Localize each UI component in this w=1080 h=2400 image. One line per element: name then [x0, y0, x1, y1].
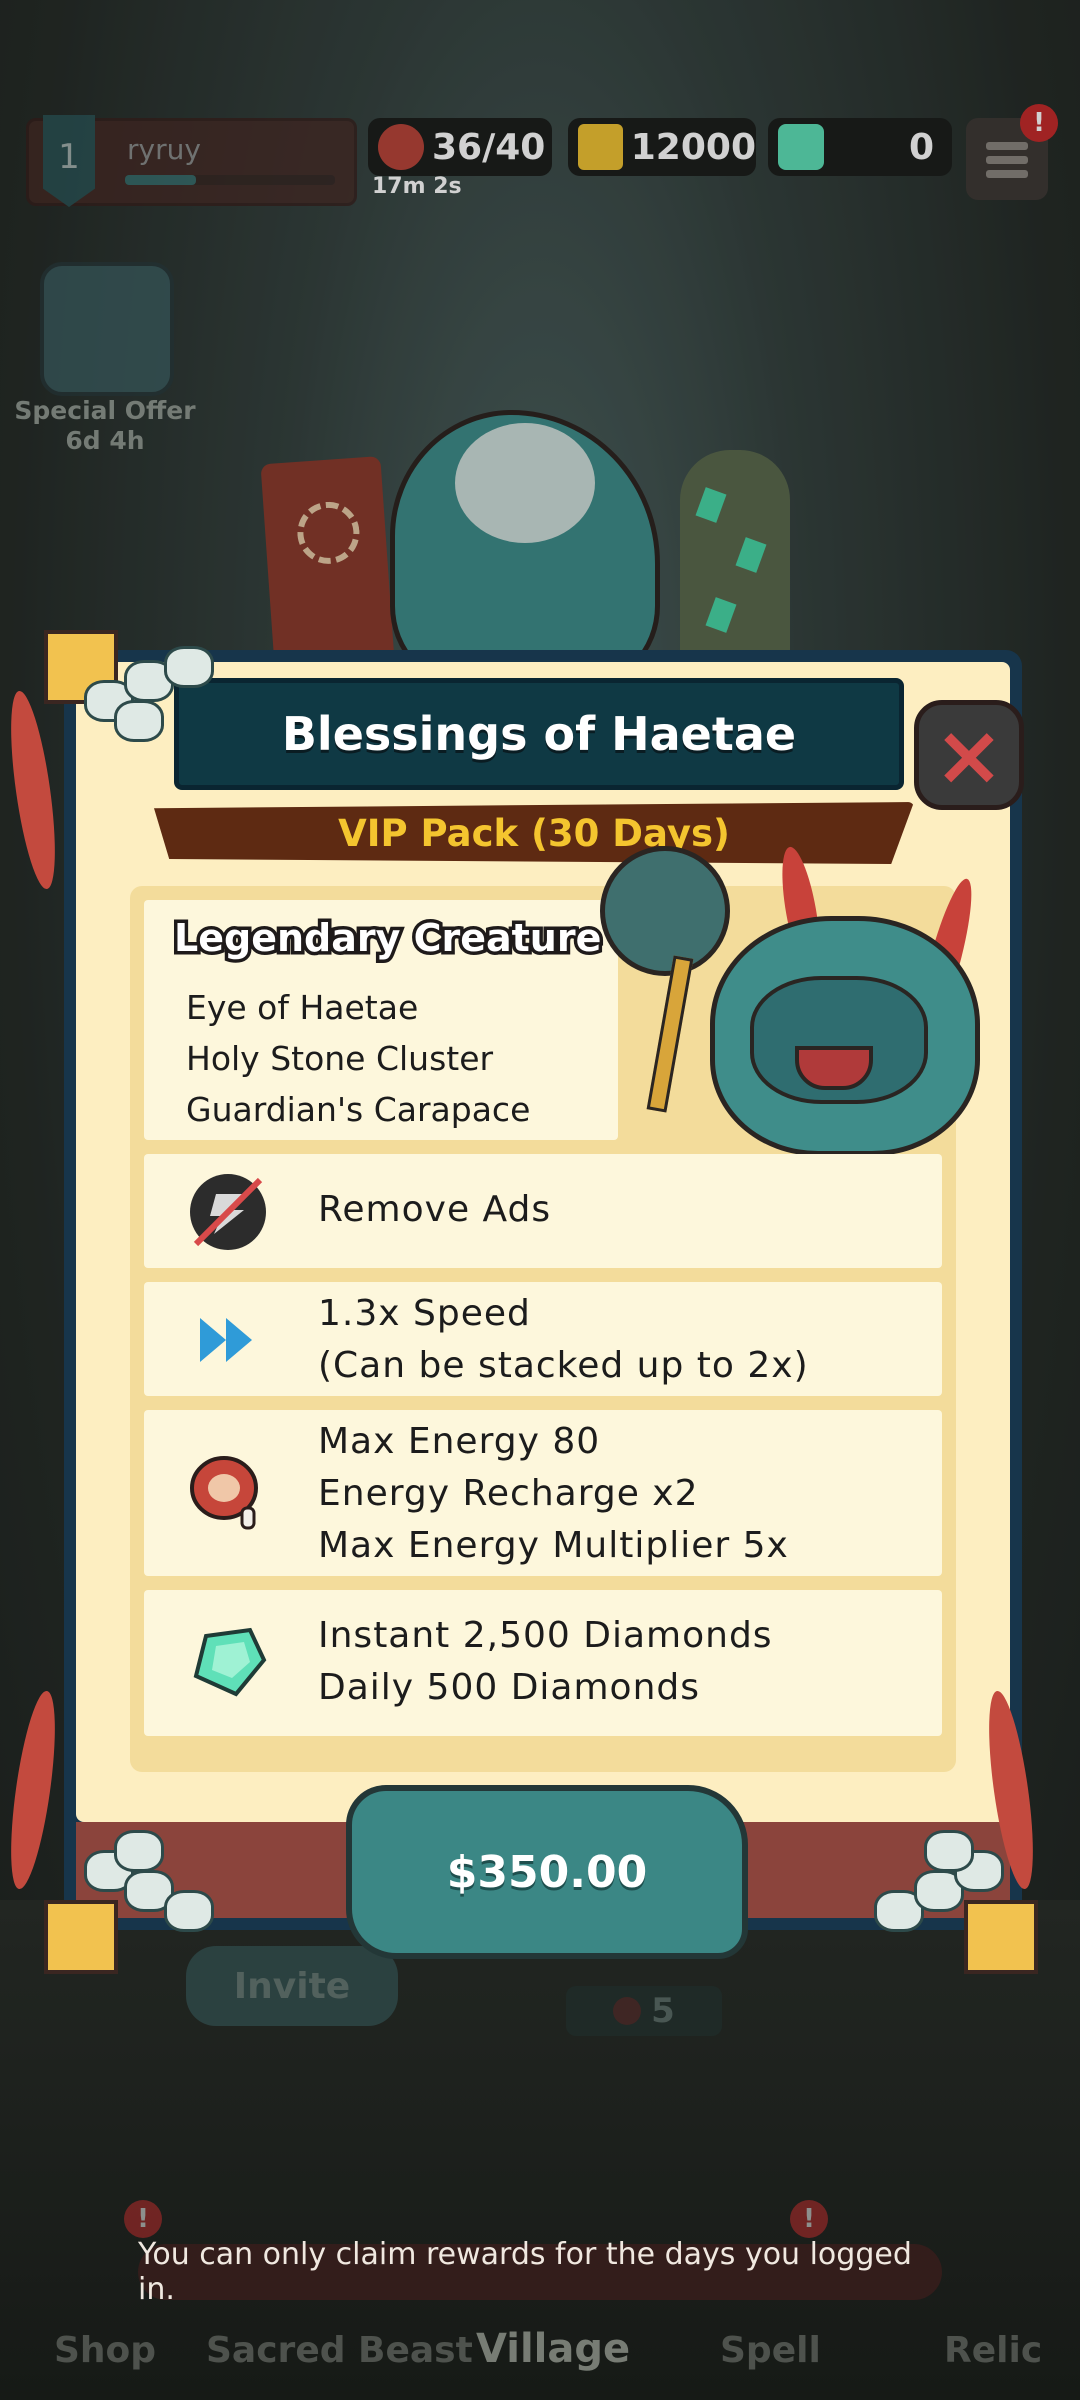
- benefit-line: Max Energy Multiplier 5x: [318, 1525, 789, 1566]
- legendary-heading: Legendary Creature: [170, 913, 604, 964]
- nav-village[interactable]: Village: [476, 2326, 630, 2372]
- benefits-panel: Legendary Creature Eye of Haetae Holy St…: [130, 844, 982, 1772]
- no-ads-icon: [190, 1174, 266, 1250]
- benefit-text: 1.3x Speed (Can be stacked up to 2x): [318, 1288, 809, 1392]
- vip-pack-modal: Blessings of Haetae × VIP Pack (30 Days)…: [2, 630, 1042, 1974]
- benefit-line: Daily 500 Diamonds: [318, 1667, 700, 1708]
- stone-cluster-ornament: [74, 1830, 224, 1940]
- nav-badge: !: [124, 2200, 162, 2238]
- benefit-line: Max Energy 80: [318, 1421, 601, 1462]
- haetae-creature-art: [600, 844, 1000, 1186]
- legendary-creature-box: Legendary Creature Eye of Haetae Holy St…: [144, 900, 618, 1140]
- close-icon: ×: [933, 706, 1005, 804]
- purchase-button[interactable]: $350.00: [346, 1785, 748, 1959]
- benefit-text: Instant 2,500 Diamonds Daily 500 Diamond…: [318, 1610, 773, 1714]
- modal-title: Blessings of Haetae: [281, 707, 797, 761]
- benefit-text: Max Energy 80 Energy Recharge x2 Max Ene…: [318, 1416, 789, 1572]
- nav-spell[interactable]: Spell: [720, 2330, 821, 2371]
- nav-badge: !: [790, 2200, 828, 2238]
- stone-cluster-ornament: [74, 640, 224, 750]
- toast-message: You can only claim rewards for the days …: [138, 2237, 942, 2307]
- meat-energy-icon: [190, 1456, 258, 1530]
- diamond-icon: [193, 1627, 267, 1697]
- bottom-nav: ! ! Shop Sacred Beast Village Spell Reli…: [0, 2200, 1080, 2400]
- close-button[interactable]: ×: [914, 700, 1024, 810]
- benefit-remove-ads: Remove Ads: [144, 1154, 942, 1268]
- nav-shop[interactable]: Shop: [54, 2330, 156, 2371]
- legendary-items: Eye of Haetae Holy Stone Cluster Guardia…: [186, 982, 530, 1135]
- benefit-line: (Can be stacked up to 2x): [318, 1345, 809, 1386]
- benefit-text: Remove Ads: [318, 1189, 552, 1230]
- benefit-line: Instant 2,500 Diamonds: [318, 1615, 773, 1656]
- legendary-item: Eye of Haetae: [186, 988, 419, 1027]
- fast-forward-icon: [200, 1318, 252, 1362]
- benefit-energy: Max Energy 80 Energy Recharge x2 Max Ene…: [144, 1410, 942, 1576]
- nav-relic[interactable]: Relic: [944, 2330, 1042, 2371]
- price-label: $350.00: [446, 1846, 648, 1898]
- benefit-diamonds: Instant 2,500 Diamonds Daily 500 Diamond…: [144, 1590, 942, 1736]
- legendary-item: Guardian's Carapace: [186, 1090, 531, 1129]
- benefit-speed: 1.3x Speed (Can be stacked up to 2x): [144, 1282, 942, 1396]
- stone-cluster-ornament: [864, 1830, 1014, 1940]
- benefit-line: 1.3x Speed: [318, 1293, 531, 1334]
- benefit-line: Energy Recharge x2: [318, 1473, 699, 1514]
- title-banner: Blessings of Haetae: [174, 678, 904, 790]
- nav-sacred-beast[interactable]: Sacred Beast: [206, 2330, 473, 2371]
- toast-text: You can only claim rewards for the days …: [138, 2237, 912, 2307]
- legendary-item: Holy Stone Cluster: [186, 1039, 494, 1078]
